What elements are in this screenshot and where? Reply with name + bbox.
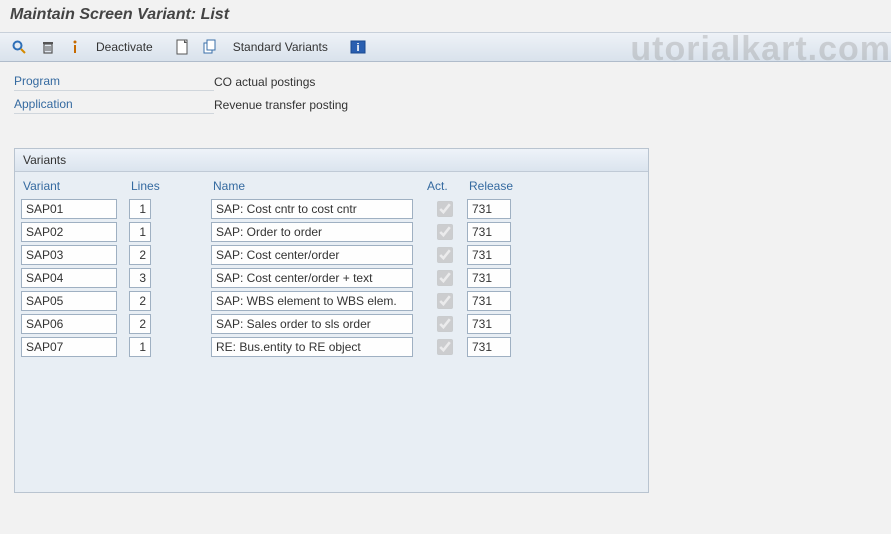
- release-field: [467, 314, 511, 334]
- variant-input[interactable]: [21, 337, 117, 357]
- copy-button[interactable]: [197, 36, 223, 58]
- active-checkbox: [437, 316, 453, 332]
- page-title: Maintain Screen Variant: List: [10, 6, 229, 23]
- col-header-act[interactable]: Act.: [425, 175, 463, 197]
- header-info: Program CO actual postings Application R…: [0, 62, 891, 138]
- table-row: [21, 266, 642, 289]
- variant-input[interactable]: [21, 268, 117, 288]
- active-checkbox: [437, 293, 453, 309]
- lines-input[interactable]: [129, 337, 151, 357]
- variants-panel-title: Variants: [15, 149, 648, 172]
- deactivate-button[interactable]: Deactivate: [89, 36, 160, 58]
- variants-panel: Variants Variant Lines Name Act. Release: [14, 148, 649, 493]
- standard-variants-label: Standard Variants: [233, 40, 328, 54]
- variant-input[interactable]: [21, 245, 117, 265]
- i-object-button[interactable]: [64, 36, 86, 58]
- variant-input[interactable]: [21, 291, 117, 311]
- variant-input[interactable]: [21, 222, 117, 242]
- create-button[interactable]: [170, 36, 194, 58]
- table-row: [21, 220, 642, 243]
- application-label: Application: [14, 95, 214, 114]
- standard-variants-button[interactable]: Standard Variants: [226, 36, 335, 58]
- release-field: [467, 222, 511, 242]
- variants-grid: Variant Lines Name Act. Release: [15, 172, 648, 364]
- name-field: [211, 199, 413, 219]
- col-header-variant[interactable]: Variant: [21, 175, 125, 197]
- title-bar: Maintain Screen Variant: List: [0, 0, 891, 32]
- variant-input[interactable]: [21, 199, 117, 219]
- table-row: [21, 197, 642, 220]
- active-checkbox: [437, 247, 453, 263]
- name-field: [211, 337, 413, 357]
- variant-input[interactable]: [21, 314, 117, 334]
- table-row: [21, 289, 642, 312]
- table-row: [21, 312, 642, 335]
- release-field: [467, 268, 511, 288]
- name-field: [211, 268, 413, 288]
- active-checkbox: [437, 270, 453, 286]
- col-header-release[interactable]: Release: [467, 175, 527, 197]
- lines-input[interactable]: [129, 314, 151, 334]
- release-field: [467, 291, 511, 311]
- lines-input[interactable]: [129, 291, 151, 311]
- program-value: CO actual postings: [214, 73, 315, 91]
- table-row: [21, 243, 642, 266]
- delete-button[interactable]: [35, 36, 61, 58]
- active-checkbox: [437, 201, 453, 217]
- lines-input[interactable]: [129, 199, 151, 219]
- application-value: Revenue transfer posting: [214, 96, 348, 114]
- name-field: [211, 222, 413, 242]
- lines-input[interactable]: [129, 245, 151, 265]
- release-field: [467, 337, 511, 357]
- grid-header-row: Variant Lines Name Act. Release: [21, 174, 642, 197]
- svg-text:i: i: [356, 42, 359, 54]
- program-label: Program: [14, 72, 214, 91]
- name-field: [211, 314, 413, 334]
- deactivate-label: Deactivate: [96, 40, 153, 54]
- table-row: [21, 335, 642, 358]
- col-header-lines[interactable]: Lines: [129, 175, 207, 197]
- app-toolbar: Deactivate Standard Variants i: [0, 32, 891, 62]
- active-checkbox: [437, 224, 453, 240]
- display-details-button[interactable]: [6, 36, 32, 58]
- lines-input[interactable]: [129, 268, 151, 288]
- info-button[interactable]: i: [345, 36, 371, 58]
- lines-input[interactable]: [129, 222, 151, 242]
- release-field: [467, 199, 511, 219]
- name-field: [211, 245, 413, 265]
- col-header-name[interactable]: Name: [211, 175, 421, 197]
- name-field: [211, 291, 413, 311]
- release-field: [467, 245, 511, 265]
- active-checkbox: [437, 339, 453, 355]
